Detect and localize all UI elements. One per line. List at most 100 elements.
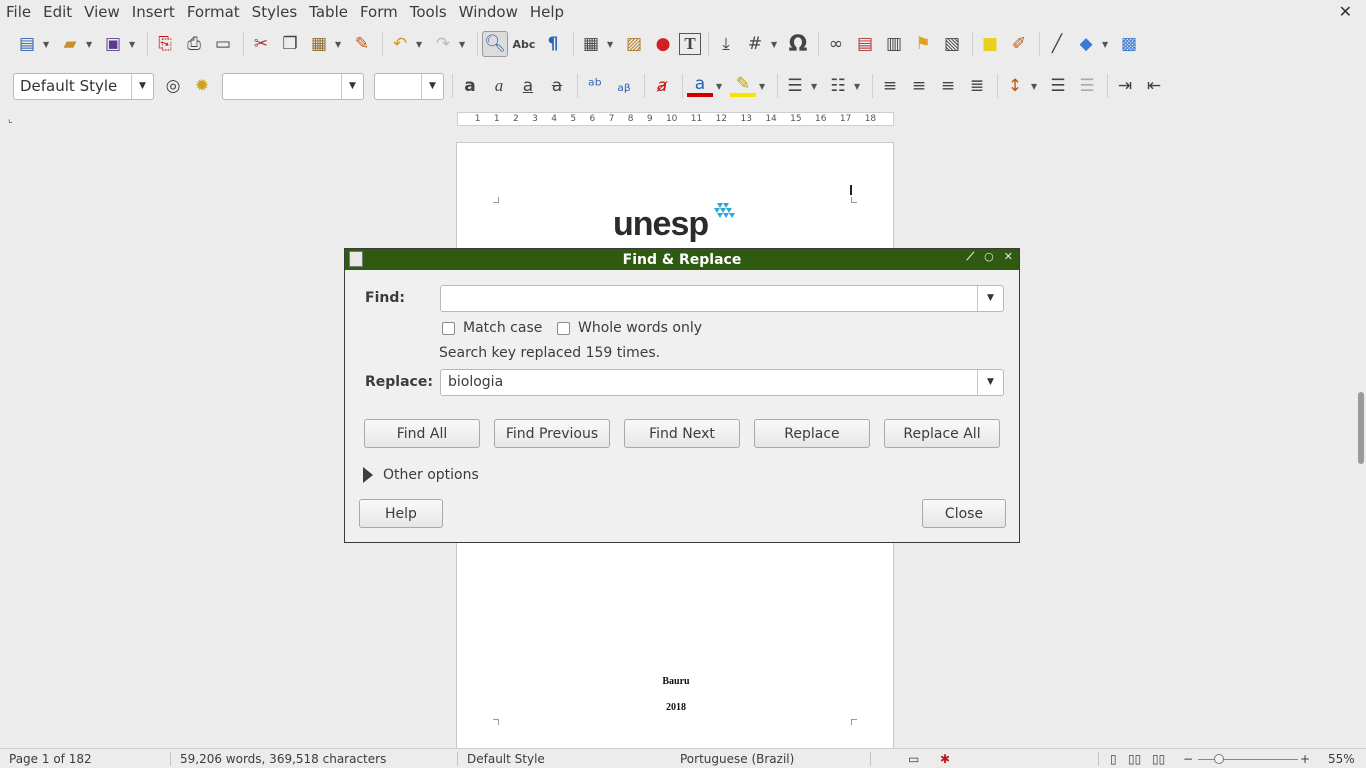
insert-mode-icon[interactable]: ▭ bbox=[908, 752, 919, 766]
superscript-icon[interactable]: ᵃᵇ bbox=[582, 73, 608, 99]
italic-icon[interactable]: a bbox=[486, 73, 512, 99]
insert-chart-icon[interactable]: ● bbox=[650, 31, 676, 57]
hyperlink-icon[interactable]: ∞ bbox=[823, 31, 849, 57]
save-dropdown-icon[interactable]: ▼ bbox=[129, 40, 139, 49]
checkbox-box[interactable] bbox=[442, 321, 455, 335]
spelling-icon[interactable]: Abc bbox=[511, 31, 537, 57]
replace-button[interactable]: Replace bbox=[754, 419, 870, 448]
whole-words-checkbox[interactable]: Whole words only bbox=[557, 320, 702, 336]
menu-form[interactable]: Form bbox=[354, 0, 404, 24]
vertical-scrollbar[interactable] bbox=[1356, 108, 1366, 748]
menu-edit[interactable]: Edit bbox=[37, 0, 78, 24]
chevron-down-icon[interactable]: ▼ bbox=[421, 73, 443, 99]
special-character-icon[interactable]: Ω bbox=[785, 31, 811, 57]
paste-dropdown-icon[interactable]: ▼ bbox=[335, 40, 345, 49]
redo-dropdown-icon[interactable]: ▼ bbox=[459, 40, 469, 49]
match-case-checkbox[interactable]: Match case bbox=[442, 320, 542, 336]
zoom-level[interactable]: 55% bbox=[1328, 752, 1355, 766]
update-style-icon[interactable]: ◎ bbox=[160, 73, 186, 99]
decrease-paragraph-spacing-icon[interactable]: ☰ bbox=[1074, 73, 1100, 99]
menu-insert[interactable]: Insert bbox=[126, 0, 181, 24]
open-dropdown-icon[interactable]: ▼ bbox=[86, 40, 96, 49]
menu-window[interactable]: Window bbox=[453, 0, 524, 24]
menu-table[interactable]: Table bbox=[303, 0, 354, 24]
word-count[interactable]: 59,206 words, 369,518 characters bbox=[180, 752, 386, 766]
replace-all-button[interactable]: Replace All bbox=[884, 419, 1000, 448]
align-left-icon[interactable]: ≡ bbox=[877, 73, 903, 99]
paste-icon[interactable]: ▦ bbox=[306, 31, 332, 57]
menu-tools[interactable]: Tools bbox=[404, 0, 453, 24]
menu-format[interactable]: Format bbox=[181, 0, 246, 24]
tab-stop-selector-icon[interactable]: ⌞ bbox=[8, 114, 13, 125]
multi-page-view-icon[interactable]: ▯▯ bbox=[1128, 752, 1141, 766]
align-right-icon[interactable]: ≡ bbox=[935, 73, 961, 99]
table-dropdown-icon[interactable]: ▼ bbox=[607, 40, 617, 49]
insert-page-break-icon[interactable]: ⤓ bbox=[713, 31, 739, 57]
footnote-icon[interactable]: ▤ bbox=[852, 31, 878, 57]
chevron-down-icon[interactable]: ▼ bbox=[977, 370, 1003, 395]
close-icon[interactable]: ✕ bbox=[1004, 250, 1013, 264]
insert-table-icon[interactable]: ▦ bbox=[578, 31, 604, 57]
endnote-icon[interactable]: ▥ bbox=[881, 31, 907, 57]
find-all-button[interactable]: Find All bbox=[364, 419, 480, 448]
subscript-icon[interactable]: ₐᵦ bbox=[611, 73, 637, 99]
formatting-marks-icon[interactable]: ¶ bbox=[540, 31, 566, 57]
clone-formatting-icon[interactable]: ✎ bbox=[349, 31, 375, 57]
font-name-select[interactable]: ▼ bbox=[222, 72, 364, 100]
zoom-slider[interactable] bbox=[1198, 759, 1298, 760]
new-dropdown-icon[interactable]: ▼ bbox=[43, 40, 53, 49]
chevron-down-icon[interactable]: ▼ bbox=[977, 286, 1003, 311]
redo-icon[interactable]: ↷ bbox=[430, 31, 456, 57]
bookmark-icon[interactable]: ⚑ bbox=[910, 31, 936, 57]
other-options-expander[interactable]: Other options bbox=[363, 467, 479, 483]
zoom-out-icon[interactable]: − bbox=[1183, 752, 1193, 766]
horizontal-ruler[interactable]: 1 1 2 3 4 5 6 7 8 9 10 11 12 13 14 15 16… bbox=[457, 112, 894, 126]
replace-input[interactable]: biologia ▼ bbox=[440, 369, 1004, 396]
numbering-dropdown-icon[interactable]: ▼ bbox=[854, 82, 864, 91]
print-preview-icon[interactable]: ▭ bbox=[210, 31, 236, 57]
zoom-in-icon[interactable]: + bbox=[1300, 752, 1310, 766]
shade-icon[interactable]: ⟋ bbox=[966, 250, 974, 264]
undo-icon[interactable]: ↶ bbox=[387, 31, 413, 57]
line-spacing-icon[interactable]: ↕ bbox=[1002, 73, 1028, 99]
increase-indent-icon[interactable]: ⇥ bbox=[1112, 73, 1138, 99]
insert-line-icon[interactable]: ╱ bbox=[1044, 31, 1070, 57]
basic-shapes-icon[interactable]: ◆ bbox=[1073, 31, 1099, 57]
book-view-icon[interactable]: ▯▯ bbox=[1152, 752, 1165, 766]
cross-reference-icon[interactable]: ▧ bbox=[939, 31, 965, 57]
bullet-list-icon[interactable]: ☰ bbox=[782, 73, 808, 99]
help-button[interactable]: Help bbox=[359, 499, 443, 528]
find-input[interactable]: ▼ bbox=[440, 285, 1004, 312]
close-button[interactable]: Close bbox=[922, 499, 1006, 528]
insert-textbox-icon[interactable]: T bbox=[679, 33, 701, 55]
chevron-down-icon[interactable]: ▼ bbox=[341, 73, 363, 99]
clear-formatting-icon[interactable]: a̷ bbox=[649, 73, 675, 99]
underline-icon[interactable]: a bbox=[515, 73, 541, 99]
chevron-down-icon[interactable]: ▼ bbox=[131, 73, 153, 99]
cut-icon[interactable]: ✂ bbox=[248, 31, 274, 57]
insert-image-icon[interactable]: ▨ bbox=[621, 31, 647, 57]
find-next-button[interactable]: Find Next bbox=[624, 419, 740, 448]
decrease-indent-icon[interactable]: ⇤ bbox=[1141, 73, 1167, 99]
export-pdf-icon[interactable]: ⎘ bbox=[152, 31, 178, 57]
bullet-dropdown-icon[interactable]: ▼ bbox=[811, 82, 821, 91]
print-icon[interactable]: ⎙ bbox=[181, 31, 207, 57]
insert-field-icon[interactable]: # bbox=[742, 31, 768, 57]
field-dropdown-icon[interactable]: ▼ bbox=[771, 40, 781, 49]
highlight-color-icon[interactable]: ✎ bbox=[730, 74, 756, 97]
font-size-select[interactable]: ▼ bbox=[374, 72, 444, 100]
document-modified-icon[interactable]: ✱ bbox=[940, 752, 950, 766]
language[interactable]: Portuguese (Brazil) bbox=[680, 752, 794, 766]
menu-help[interactable]: Help bbox=[524, 0, 570, 24]
copy-icon[interactable]: ❐ bbox=[277, 31, 303, 57]
single-page-view-icon[interactable]: ▯ bbox=[1110, 752, 1117, 766]
open-folder-icon[interactable]: ▰ bbox=[57, 31, 83, 57]
new-document-icon[interactable]: ▤ bbox=[14, 31, 40, 57]
font-color-icon[interactable]: a bbox=[687, 74, 713, 97]
menu-view[interactable]: View bbox=[78, 0, 126, 24]
line-spacing-dropdown-icon[interactable]: ▼ bbox=[1031, 82, 1041, 91]
increase-paragraph-spacing-icon[interactable]: ☰ bbox=[1045, 73, 1071, 99]
new-style-icon[interactable]: ✹ bbox=[189, 73, 215, 99]
paragraph-style-select[interactable]: Default Style ▼ bbox=[13, 72, 154, 100]
find-replace-icon[interactable]: 🔍︎ bbox=[482, 31, 508, 57]
